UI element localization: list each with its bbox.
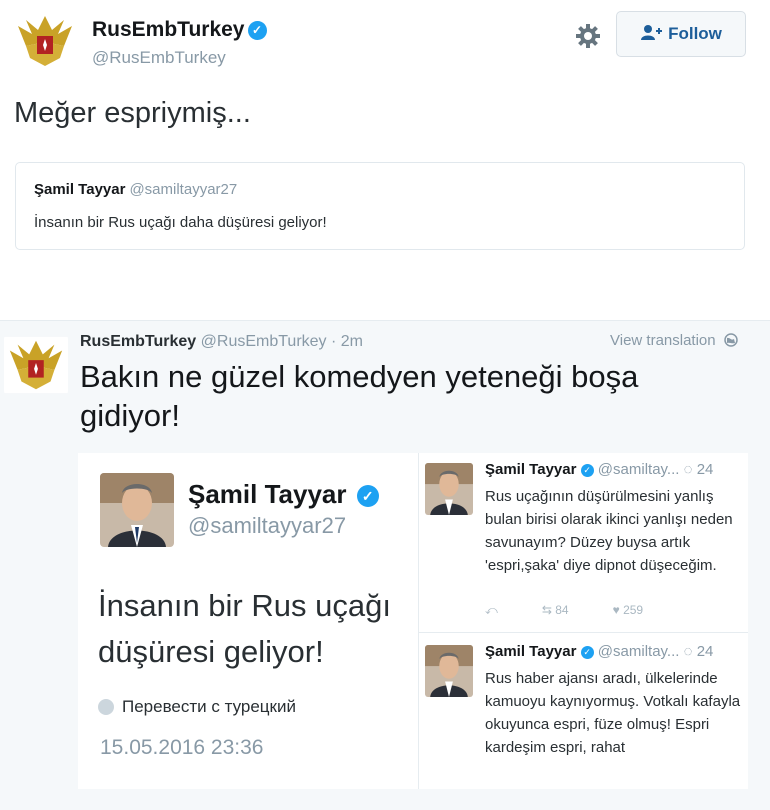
embedded-date: 15.05.2016 23:36 — [100, 736, 264, 759]
like-count-value: 259 — [623, 603, 644, 617]
side-tweet-header: Şamil Tayyar ✓ @samiltay... ◌ 24 — [485, 643, 713, 660]
embedded-text-line: düşüresi geliyor! — [98, 634, 324, 669]
account-handle[interactable]: @RusEmbTurkey — [201, 333, 327, 350]
side-tweet-header: Şamil Tayyar ✓ @samiltay... ◌ 24 — [485, 461, 713, 478]
globe-icon: ◌ — [683, 461, 693, 478]
list-item: Şamil Tayyar ✓ @samiltay... ◌ 24 Rus hab… — [419, 635, 748, 789]
tweet-text: Bakın ne güzel komedyen yeteneği boşa gi… — [80, 359, 639, 433]
side-tweet-time: 24 — [696, 643, 714, 660]
embedded-screenshot[interactable]: Şamil Tayyar ✓ @samiltayyar27 İnsanın bi… — [78, 453, 748, 789]
top-tweet: RusEmbTurkey ✓ @RusEmbTurkey Follow Meğe… — [0, 0, 770, 298]
avatar[interactable] — [4, 335, 68, 395]
account-name[interactable]: RusEmbTurkey ✓ — [92, 18, 267, 42]
side-author-name: Şamil Tayyar — [485, 643, 577, 660]
avatar — [425, 645, 473, 697]
embedded-author-name: Şamil Tayyar ✓ — [188, 479, 379, 510]
avatar — [425, 463, 473, 515]
quoted-text: İnsanın bir Rus uçağı daha düşüresi geli… — [34, 214, 327, 231]
side-author-handle: @samiltay... — [597, 461, 680, 478]
verified-icon: ✓ — [356, 485, 379, 507]
side-tweet-text: Rus haber ajansı aradı, ülkelerinde kamu… — [485, 670, 741, 756]
translate-label: Перевести с турецкий — [122, 697, 296, 716]
side-tweet-text: Rus uçağının düşürülmesini yanlış bulan … — [485, 488, 733, 574]
add-user-icon — [640, 24, 663, 45]
quoted-author: Şamil Tayyar @samiltayyar27 — [34, 181, 237, 198]
retweet-count-value: 84 — [555, 603, 569, 617]
side-author-name: Şamil Tayyar — [485, 461, 577, 478]
retweet-count: ⇆ 84 — [542, 603, 569, 618]
avatar[interactable] — [12, 12, 78, 70]
quoted-author-handle: @samiltayyar27 — [129, 181, 238, 198]
tweet-time[interactable]: · 2m — [331, 333, 363, 350]
verified-icon: ✓ — [580, 464, 594, 477]
embedded-tweet-text: İnsanın bir Rus uçağı düşüresi geliyor! — [98, 583, 438, 675]
account-name-text: RusEmbTurkey — [92, 18, 245, 41]
verified-icon: ✓ — [580, 646, 594, 659]
retweet-icon: ⇆ — [541, 603, 552, 617]
account-name[interactable]: RusEmbTurkey — [80, 333, 196, 350]
list-item: Şamil Tayyar ✓ @samiltay... ◌ 24 Rus uça… — [419, 453, 748, 633]
bottom-tweet: RusEmbTurkey @RusEmbTurkey · 2m View tra… — [0, 320, 770, 810]
translate-link: Перевести с турецкий — [98, 697, 296, 717]
verified-icon: ✓ — [247, 21, 267, 40]
globe-icon — [98, 699, 114, 715]
embedded-author-handle: @samiltayyar27 — [188, 513, 347, 538]
side-author-handle: @samiltay... — [597, 643, 680, 660]
embedded-main-tweet: Şamil Tayyar ✓ @samiltayyar27 İnsanın bi… — [78, 453, 418, 789]
quoted-author-name: Şamil Tayyar — [34, 181, 126, 198]
embedded-side-tweets: Şamil Tayyar ✓ @samiltay... ◌ 24 Rus uça… — [418, 453, 748, 789]
globe-icon — [720, 332, 738, 349]
embedded-text-line: İnsanın bir Rus uçağı — [98, 588, 391, 623]
globe-icon: ◌ — [683, 643, 693, 660]
tweet-header: RusEmbTurkey @RusEmbTurkey · 2m — [80, 333, 363, 351]
reply-icon: ⤺ — [485, 603, 498, 617]
heart-icon: ♥ — [612, 603, 620, 617]
quoted-tweet[interactable]: Şamil Tayyar @samiltayyar27 İnsanın bir R… — [15, 162, 745, 250]
view-translation-label: View translation — [610, 332, 716, 349]
follow-label: Follow — [668, 24, 722, 43]
gear-icon[interactable] — [574, 22, 602, 50]
embedded-author-name-text: Şamil Tayyar — [188, 479, 347, 509]
like-count: ♥ 259 — [613, 603, 644, 618]
account-handle[interactable]: @RusEmbTurkey — [92, 48, 226, 68]
tweet-text: Meğer espriymiş... — [14, 97, 251, 129]
tweet-actions: ⤺ ⇆ 84 ♥ 259 — [485, 603, 643, 618]
view-translation-link[interactable]: View translation — [610, 332, 738, 349]
follow-button[interactable]: Follow — [616, 11, 746, 57]
avatar — [100, 473, 174, 547]
side-tweet-time: 24 — [696, 461, 714, 478]
